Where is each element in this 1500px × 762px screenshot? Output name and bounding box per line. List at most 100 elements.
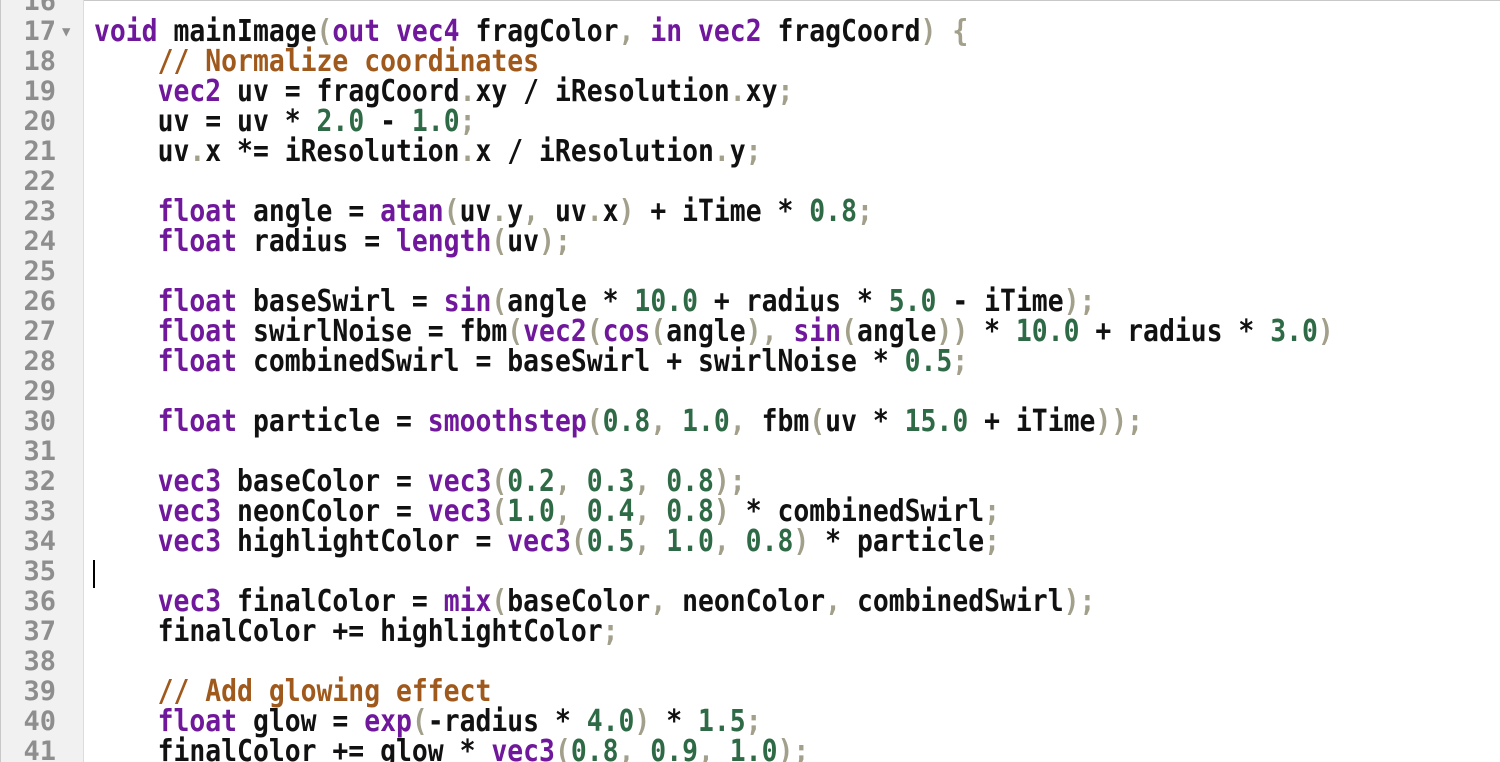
code-line[interactable]: 35 [0,557,1500,587]
code-token: . [459,134,476,169]
code-text: uv.x *= iResolution.x / iResolution.y; [94,137,762,167]
code-text: vec2 uv = fragCoord.xy / iResolution.xy; [94,74,794,109]
code-line[interactable]: 32 vec3 baseColor = vec3(0.2, 0.3, 0.8); [0,467,1500,497]
code-token: 0.5 [904,344,953,379]
code-text: float radius = length(uv); [94,227,571,257]
line-number: 32 [23,466,56,497]
code-token: vec3 [157,524,222,559]
code-token: , [713,524,746,559]
code-token: 0.9 [650,734,698,762]
code-text: float baseSwirl = sin(angle * 10.0 + rad… [94,287,1096,317]
code-token: 0.8 [570,734,619,762]
code-token: ; [856,194,873,229]
code-line[interactable]: 27 float swirlNoise = fbm(vec2(cos(angle… [0,317,1500,347]
line-number: 17 [23,16,56,47]
code-line[interactable]: 17 ▼ void mainImage(out vec4 fragColor, in… [0,17,1500,47]
code-token: ( [554,734,571,762]
code-token: 0.8 [745,524,794,559]
line-number: 34 [23,526,56,557]
code-token: * particle [809,524,985,559]
line-number: 16 [23,0,56,17]
code-editor[interactable]: 16 17 ▼ void mainImage(out vec4 fragColor, … [0,0,1500,762]
code-text: float combinedSwirl = baseSwirl + swirlN… [94,344,969,379]
code-line[interactable]: 38 [0,647,1500,677]
code-token: ; [984,524,1001,559]
code-token: x / iResolution [475,134,714,169]
code-text: float swirlNoise = fbm(vec2(cos(angle), … [94,317,1334,347]
fold-arrow-icon[interactable]: ▼ [62,17,78,47]
code-lines[interactable]: 16 17 ▼ void mainImage(out vec4 fragColor, … [0,0,1500,762]
code-token: float [157,224,238,259]
code-line[interactable]: 33 vec3 neonColor = vec3(1.0, 0.4, 0.8) … [0,497,1500,527]
code-token: 1.0 [729,734,778,762]
code-token: xy / iResolution [475,74,730,109]
code-token: vec3 [491,734,555,762]
code-token: ( [586,404,603,439]
code-text: // Normalize coordinates [94,47,539,77]
code-token: uv * [825,404,905,439]
code-token: fragCoord [761,14,921,49]
line-number: 39 [23,676,56,707]
code-line[interactable]: 30 float particle = smoothstep(0.8, 1.0,… [0,407,1500,437]
code-line[interactable]: 26 float baseSwirl = sin(angle * 10.0 + … [0,287,1500,317]
code-line[interactable]: 40 float glow = exp(-radius * 4.0) * 1.5… [0,707,1500,737]
code-line[interactable]: 34 vec3 highlightColor = vec3(0.5, 1.0, … [0,527,1500,557]
code-token: smoothstep [427,404,587,439]
code-line[interactable]: 22 [0,167,1500,197]
code-token: , [697,734,730,762]
code-token: ) [618,194,635,229]
code-token: ( [570,524,587,559]
code-text: float particle = smoothstep(0.8, 1.0, fb… [94,407,1143,437]
code-token: ; [777,74,794,109]
code-token: combinedSwirl [856,584,1064,619]
code-token: float [157,344,238,379]
code-line[interactable]: 37 finalColor += highlightColor; [0,617,1500,647]
code-line[interactable]: 20 uv = uv * 2.0 - 1.0; [0,107,1500,137]
code-token: x [602,194,619,229]
code-token: ( [491,224,508,259]
line-number: 31 [23,436,56,467]
line-number: 20 [23,106,56,137]
code-token: ; [952,344,969,379]
code-text: vec3 baseColor = vec3(0.2, 0.3, 0.8); [94,467,746,497]
code-line[interactable]: 25 [0,257,1500,287]
code-token: + radius * [1079,314,1271,349]
code-token: 10.0 [1015,314,1080,349]
line-number: 25 [23,256,56,287]
code-text: uv = uv * 2.0 - 1.0; [94,107,476,137]
code-text: float angle = atan(uv.y, uv.x) + iTime *… [94,197,873,227]
code-token: uv [507,224,540,259]
code-token: 0.8 [809,194,857,229]
line-number: 30 [23,406,56,437]
code-token: 0.5 [586,524,635,559]
code-text: float glow = exp(-radius * 4.0) * 1.5; [94,707,762,737]
code-token: ) [1317,314,1334,349]
code-token: 15.0 [904,404,969,439]
code-token: ); [1063,584,1096,619]
line-number: 24 [23,226,56,257]
code-line[interactable]: 19 vec2 uv = fragCoord.xy / iResolution.… [0,77,1500,107]
line-number: 35 [23,556,56,587]
code-token: particle = [237,404,428,439]
code-line[interactable]: 36 vec3 finalColor = mix(baseColor, neon… [0,587,1500,617]
code-line[interactable]: 28 float combinedSwirl = baseSwirl + swi… [0,347,1500,377]
code-line[interactable]: 29 [0,377,1500,407]
code-token: , [634,524,667,559]
code-line[interactable]: 24 float radius = length(uv); [0,227,1500,257]
code-token: 1.0 [666,524,714,559]
code-line[interactable]: 41 finalColor += glow * vec3(0.8, 0.9, 1… [0,737,1500,762]
line-number: 37 [23,616,56,647]
code-line[interactable]: 21 uv.x *= iResolution.x / iResolution.y… [0,137,1500,167]
code-token: length [396,224,492,259]
code-line[interactable]: 39 // Add glowing effect [0,677,1500,707]
code-token: , [729,404,762,439]
code-line[interactable]: 18 // Normalize coordinates [0,47,1500,77]
code-line[interactable]: 23 float angle = atan(uv.y, uv.x) + iTim… [0,197,1500,227]
code-line[interactable]: 31 [0,437,1500,467]
code-token: , [825,584,857,619]
